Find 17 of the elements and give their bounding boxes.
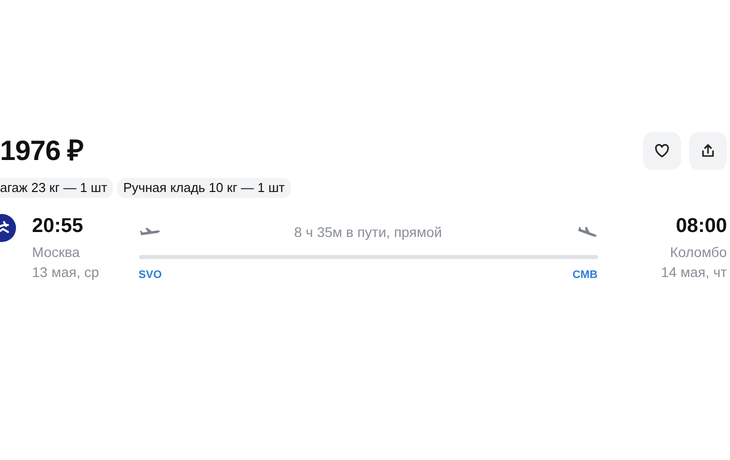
share-icon [700,143,716,159]
heart-icon [654,143,670,159]
share-button[interactable] [689,132,727,170]
landing-plane-icon [576,226,598,238]
price: 1976 ₽ [0,134,84,168]
arrival-date: 14 мая, чт [661,263,727,282]
baggage-tag: агаж 23 кг — 1 шт [0,178,114,198]
departure-time: 20:55 [32,214,84,238]
departure-city: Москва [32,243,81,262]
baggage-tag: Ручная кладь 10 кг — 1 шт [117,178,291,198]
arrival-city: Коломбо [668,243,727,262]
flight-duration: 8 ч 35м в пути, прямой [294,223,442,242]
arrival-airport: CMB [572,268,598,283]
departure-airport: SVO [138,268,162,283]
favorite-button[interactable] [643,132,681,170]
departure-date: 13 мая, ср [32,263,100,282]
arrival-time: 08:00 [674,214,727,238]
